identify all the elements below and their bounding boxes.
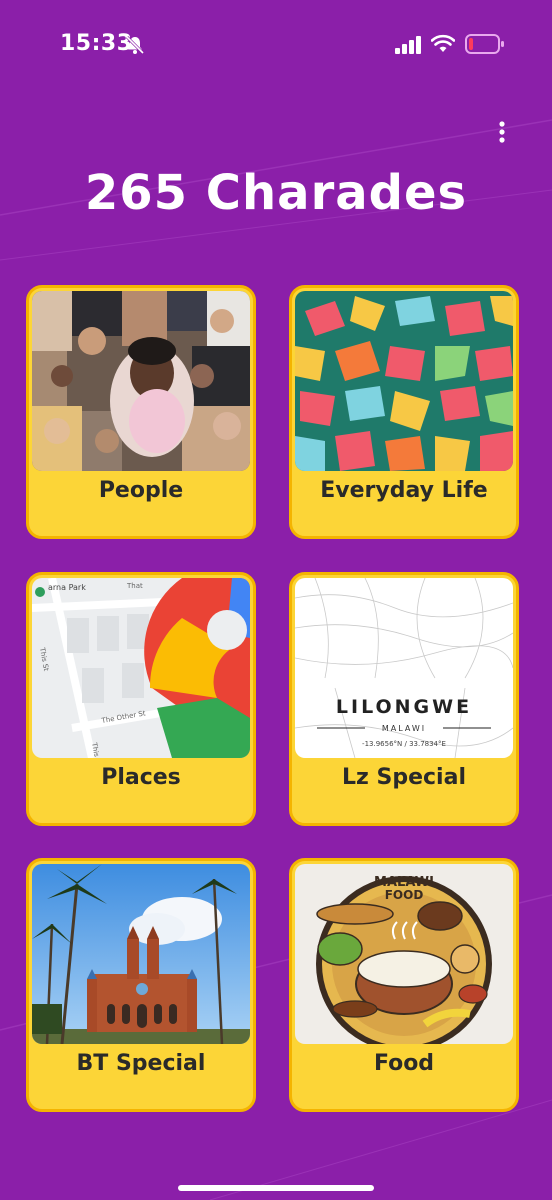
map-city-name: LILONGWE: [336, 696, 472, 718]
category-card-everyday-life[interactable]: Everyday Life: [289, 285, 519, 539]
malawi-food-image: MALAWI FOOD: [295, 864, 513, 1044]
status-time: 15:33: [60, 31, 133, 56]
status-bar: 15:33: [0, 0, 552, 90]
battery-low-icon: [465, 34, 504, 54]
colorful-pattern-image: [295, 291, 513, 471]
home-indicator[interactable]: [178, 1185, 374, 1191]
signal-icon: [395, 36, 421, 54]
bell-muted-icon: [125, 35, 145, 55]
category-label: Places: [101, 765, 181, 790]
food-badge-line2: FOOD: [385, 888, 424, 902]
category-card-food[interactable]: MALAWI FOOD Food: [289, 858, 519, 1112]
wifi-icon: [431, 34, 455, 52]
map-coordinates: -13.9656°N / 33.7834°E: [362, 740, 446, 748]
park-label: arna Park: [48, 583, 86, 592]
category-card-bt-special[interactable]: BT Special: [26, 858, 256, 1112]
lilongwe-map-image: LILONGWE MALAWI -13.9656°N / 33.7834°E: [295, 578, 513, 758]
category-label: BT Special: [76, 1051, 206, 1076]
more-vertical-icon[interactable]: [488, 118, 516, 148]
category-card-people[interactable]: People: [26, 285, 256, 539]
church-image: [32, 864, 250, 1044]
page-title: 265 Charades: [84, 165, 468, 221]
category-label: Food: [373, 1051, 435, 1076]
category-card-places[interactable]: arna Park That This St The Other St This…: [26, 572, 256, 826]
category-label: Everyday Life: [320, 478, 488, 503]
map-country-name: MALAWI: [382, 724, 426, 733]
category-label: People: [98, 478, 184, 503]
category-label: Lz Special: [342, 765, 466, 790]
category-card-lz-special[interactable]: LILONGWE MALAWI -13.9656°N / 33.7834°E L…: [289, 572, 519, 826]
people-collage-image: [32, 291, 250, 471]
map-pin-image: arna Park That This St The Other St This…: [32, 578, 250, 758]
street-label: That: [126, 582, 143, 590]
